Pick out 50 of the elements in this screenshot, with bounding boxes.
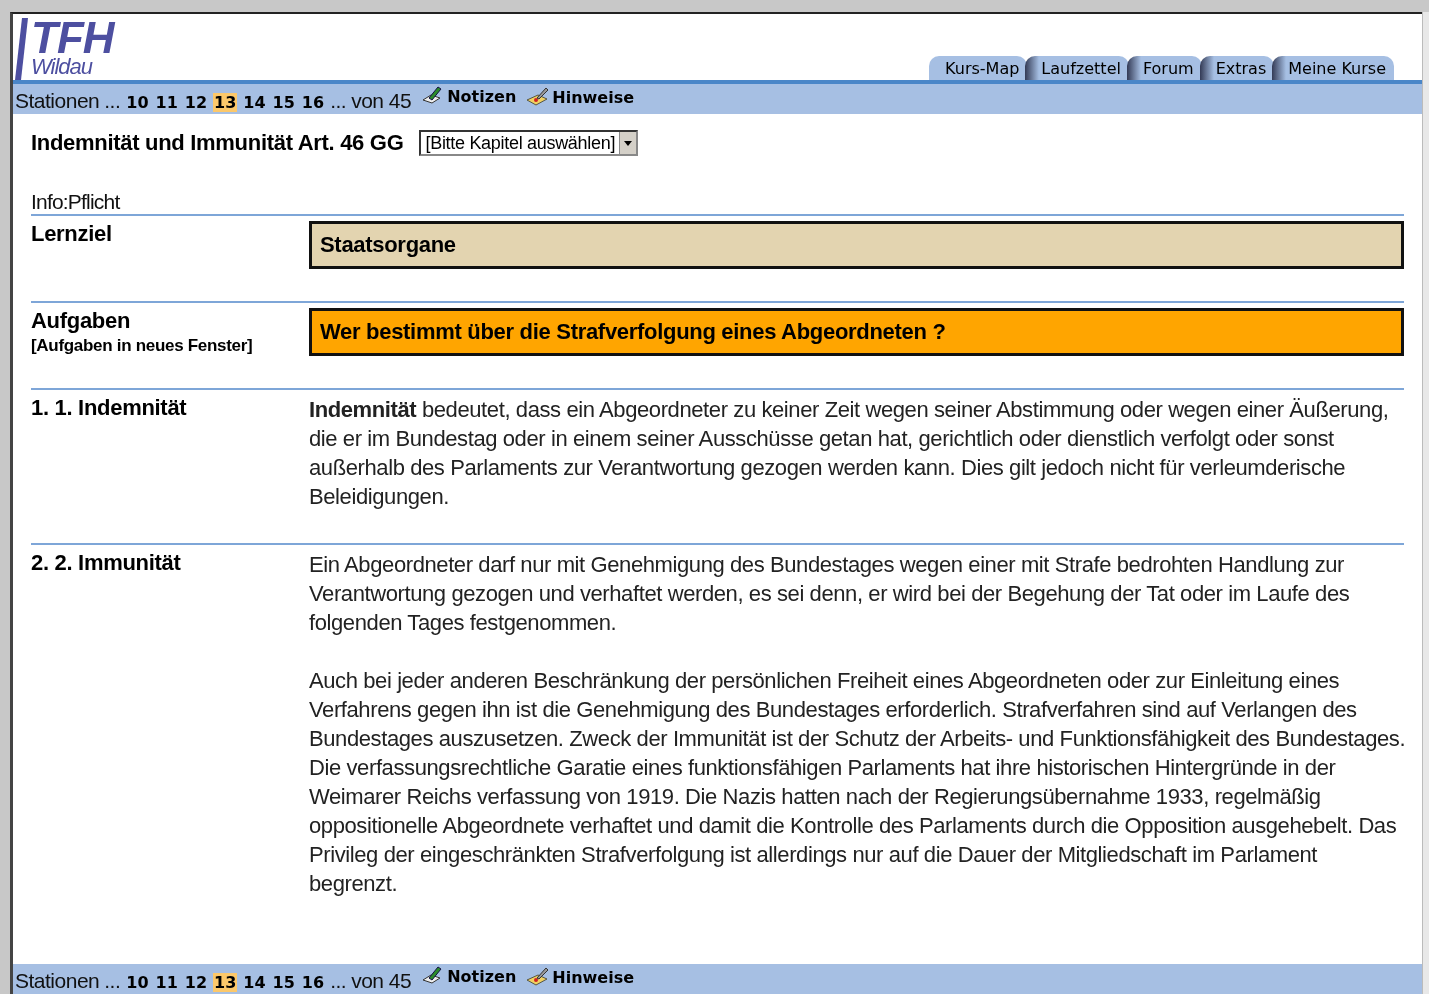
station-total: von 45: [351, 89, 412, 113]
pencil-icon: [525, 966, 550, 988]
station-link[interactable]: 10: [125, 93, 150, 112]
station-link[interactable]: 13: [213, 973, 238, 992]
station-link[interactable]: 15: [271, 973, 296, 992]
station-link[interactable]: 16: [300, 973, 326, 992]
station-link[interactable]: 11: [154, 973, 179, 992]
logo-subtitle: Wildau: [31, 56, 94, 78]
station-link[interactable]: 14: [242, 93, 267, 112]
highlight-box: Wer bestimmt über die Strafverfolgung eines Abgeordneten ?: [309, 308, 1404, 356]
caret-icon: [624, 140, 633, 146]
logo-title: TFH: [31, 18, 114, 58]
nav-tab[interactable]: Meine Kurse: [1272, 56, 1394, 80]
page-title: Indemnität und Immunität Art. 46 GG: [31, 130, 404, 156]
station-link[interactable]: 12: [183, 973, 209, 992]
stations-label: Stationen: [15, 89, 100, 113]
station-link[interactable]: 15: [271, 93, 296, 112]
notes-link[interactable]: Notizen: [420, 964, 517, 988]
ellipsis: ...: [104, 969, 121, 993]
hints-link[interactable]: Hinweise: [525, 86, 635, 108]
row-label: 2. 2. Immunität: [31, 550, 182, 576]
info-text: Info:Pflicht: [31, 190, 121, 214]
notes-link[interactable]: Notizen: [420, 84, 517, 108]
station-link[interactable]: 13: [213, 93, 238, 112]
row-label: Aufgaben: [31, 308, 132, 334]
pencil-icon: [525, 86, 550, 108]
chapter-select[interactable]: [Bitte Kapitel auswählen]: [419, 130, 639, 156]
ellipsis: ...: [330, 969, 347, 993]
nav-tab[interactable]: Laufzettel: [1025, 56, 1129, 80]
row-label: Lernziel: [31, 221, 113, 247]
nav-tab[interactable]: Kurs-Map: [929, 56, 1028, 80]
ellipsis: ...: [104, 89, 121, 113]
station-link[interactable]: 11: [154, 93, 179, 112]
logo-bar-icon: [15, 18, 29, 80]
paragraph: Auch bei jeder anderen Beschränkung der persönlichen Freiheit eines Abgeordneten oder zur Einleitung eines Verfahrens gegen ihn ist die Genehmigung des Bundestages erforderlich. Strafverfahren sind auf Verlangen des Bundestages auszusetzen. Zweck der Immunität ist der Schutz der Arbeits- und Funktionsfähigkeit des Bundestages. Die verfassungsrechtliche Garatie eines funktionsfähigen Parlaments hat ihre historischen Hintergründe in der Weimarer Reichs verfassung von 1919. Die Nazis hatten nach der Regierungsübernahme 1933, regelmäßig oppositionelle Abgeordnete verhaftet und damit die Kontrolle des Parlaments durch die Opposition ausgehebelt. Das Privileg der eingeschränkten Strafverfolgung ist allerdings nur auf die Dauer der Mitgliedschaft im Parlament begrenzt.: [309, 667, 1407, 898]
station-link[interactable]: 12: [183, 93, 209, 112]
nav-tab[interactable]: Extras: [1199, 56, 1275, 80]
stations-label: Stationen: [15, 969, 100, 993]
station-link[interactable]: 10: [125, 973, 150, 992]
paragraph: Indemnität bedeutet, dass ein Abgeordneter zu keiner Zeit wegen seiner Abstimmung oder wegen einer Äußerung, die er im Bundestag oder in einem seiner Ausschüsse getan hat, gerichtlich oder dienstlich verfolgt oder sonst außerhalb des Parlaments zur Verantwortung gezogen werden kann. Dies gilt jedoch nicht für verleumderische Beleidigungen.: [309, 396, 1390, 511]
station-link[interactable]: 14: [242, 973, 267, 992]
hints-link[interactable]: Hinweise: [525, 966, 635, 988]
nav-tab[interactable]: Forum: [1126, 56, 1202, 80]
station-total: von 45: [351, 969, 412, 993]
highlight-box: Staatsorgane: [309, 221, 1404, 269]
new-window-link[interactable]: [Aufgaben in neues Fenster]: [31, 336, 309, 356]
ellipsis: ...: [330, 89, 347, 113]
row-label: 1. 1. Indemnität: [31, 395, 188, 421]
station-link[interactable]: 16: [300, 93, 326, 112]
paragraph: Ein Abgeordneter darf nur mit Genehmigung des Bundestages wegen einer mit Strafe bedrohten Handlung zur Verantwortung gezogen und verhaftet werden, es sei denn, er wird bei der Begehung der Tat oder im Laufe des folgenden Tages festgenommen.: [309, 551, 1351, 637]
